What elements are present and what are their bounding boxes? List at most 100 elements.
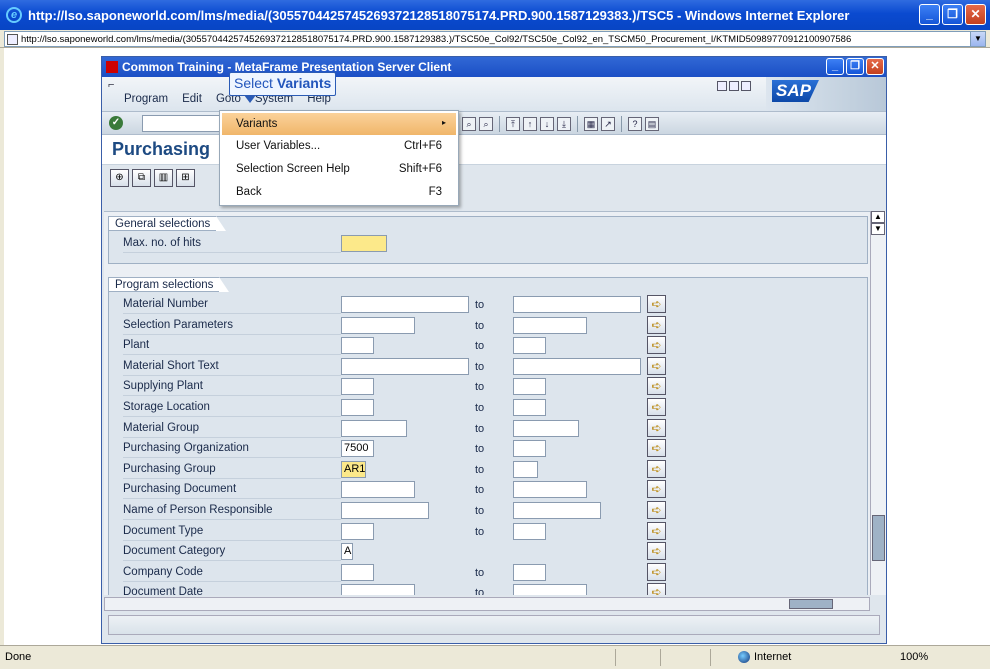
menu-item-user-variables[interactable]: User Variables... Ctrl+F6	[222, 135, 456, 157]
from-input[interactable]	[341, 481, 415, 499]
close-button[interactable]: ✕	[965, 4, 986, 25]
multiple-selection-arrow-icon[interactable]: ➪	[647, 377, 666, 396]
multiple-selection-arrow-icon[interactable]: ➪	[647, 521, 666, 540]
vertical-scrollbar[interactable]: ▲ ▼	[870, 211, 886, 595]
find-next-icon[interactable]: ⌕	[479, 117, 493, 131]
to-input[interactable]	[513, 419, 579, 437]
scroll-down-icon[interactable]: ▼	[871, 223, 885, 235]
from-input[interactable]	[341, 316, 415, 334]
horizontal-scroll-thumb[interactable]	[789, 599, 833, 609]
to-input[interactable]	[513, 337, 546, 355]
session-minimize-icon[interactable]	[717, 81, 727, 91]
session-close-icon[interactable]	[741, 81, 751, 91]
minimize-button[interactable]: _	[919, 4, 940, 25]
menu-program[interactable]: Program	[124, 93, 168, 105]
last-page-icon[interactable]: ⤓	[557, 117, 571, 131]
find-icon[interactable]: ⌕	[462, 117, 476, 131]
to-input[interactable]	[513, 502, 601, 519]
to-input[interactable]	[513, 481, 587, 499]
new-session-icon[interactable]: ▦	[584, 117, 598, 131]
help-icon[interactable]: ?	[628, 117, 642, 131]
to-input[interactable]	[513, 522, 546, 540]
zoom-level[interactable]: 100%	[900, 651, 928, 663]
multiple-selection-arrow-icon[interactable]: ➪	[647, 459, 666, 478]
multiple-selection-arrow-icon[interactable]: ➪	[647, 295, 666, 313]
menu-corner-icon[interactable]: ⌐	[108, 79, 114, 91]
menu-item-label: Back	[236, 186, 262, 198]
execute-icon[interactable]: ⊕	[110, 169, 129, 187]
menu-item-back[interactable]: Back F3	[222, 181, 456, 203]
multiple-selection-arrow-icon[interactable]: ➪	[647, 315, 666, 334]
row-label: Purchasing Group	[123, 463, 341, 479]
general-selections-group: General selections Max. no. of hits	[108, 216, 868, 264]
to-input[interactable]	[513, 584, 587, 595]
address-field[interactable]: http://lso.saponeworld.com/lms/media/(30…	[4, 31, 986, 47]
from-input[interactable]	[341, 337, 374, 355]
to-label: to	[475, 402, 485, 414]
to-input[interactable]	[513, 460, 538, 478]
row-label: Document Category	[123, 545, 341, 562]
dynamic-selections-icon[interactable]: ▥	[154, 169, 173, 187]
from-input[interactable]	[341, 563, 374, 581]
get-variant-icon[interactable]: ⧉	[132, 169, 151, 187]
row-label: Supplying Plant	[123, 380, 341, 397]
selection-row: Material Group to ➪	[109, 418, 867, 438]
sap-minimize-button[interactable]: _	[826, 58, 844, 75]
previous-page-icon[interactable]: ↑	[523, 117, 537, 131]
from-input[interactable]	[341, 419, 407, 437]
next-page-icon[interactable]: ↓	[540, 117, 554, 131]
multiple-selection-arrow-icon[interactable]: ➪	[647, 562, 666, 581]
multiple-selection-arrow-icon[interactable]: ➪	[647, 336, 666, 355]
shortcut-icon[interactable]: ↗	[601, 117, 615, 131]
to-input[interactable]	[513, 563, 546, 581]
horizontal-scrollbar[interactable]	[104, 597, 870, 611]
multiple-selection-arrow-icon[interactable]: ➪	[647, 480, 666, 499]
to-input[interactable]	[513, 378, 546, 396]
general-selections-header: General selections	[108, 216, 227, 231]
menu-edit[interactable]: Edit	[182, 93, 202, 105]
multiple-selection-arrow-icon[interactable]: ➪	[647, 439, 666, 458]
more-selections-icon[interactable]: ⊞	[176, 169, 195, 187]
command-field[interactable]	[142, 115, 222, 132]
multiple-selection-arrow-icon[interactable]: ➪	[647, 398, 666, 416]
browser-status-bar: Done Internet 100%	[0, 645, 990, 669]
row-label: Company Code	[123, 566, 341, 582]
from-input[interactable]: AR1	[341, 460, 366, 478]
sap-restore-button[interactable]: ❐	[846, 58, 864, 75]
from-input[interactable]	[341, 502, 429, 519]
sap-window-icon	[106, 61, 118, 73]
to-input[interactable]	[513, 440, 546, 458]
multiple-selection-arrow-icon[interactable]: ➪	[647, 356, 666, 375]
to-input[interactable]	[513, 357, 641, 375]
first-page-icon[interactable]: ⤒	[506, 117, 520, 131]
from-input[interactable]: 7500	[341, 440, 374, 458]
to-input[interactable]	[513, 399, 546, 416]
from-input[interactable]	[341, 296, 469, 313]
menu-item-selection-screen-help[interactable]: Selection Screen Help Shift+F6	[222, 158, 456, 180]
from-input[interactable]	[341, 378, 374, 396]
restore-button[interactable]: ❐	[942, 4, 963, 25]
from-input[interactable]: A	[341, 543, 353, 561]
layout-menu-icon[interactable]: ▤	[645, 117, 659, 131]
status-separator	[660, 649, 661, 666]
from-input[interactable]	[341, 357, 469, 375]
address-text: http://lso.saponeworld.com/lms/media/(30…	[21, 33, 852, 45]
session-maximize-icon[interactable]	[729, 81, 739, 91]
multiple-selection-arrow-icon[interactable]: ➪	[647, 542, 666, 561]
scroll-up-icon[interactable]: ▲	[871, 211, 885, 223]
sap-close-button[interactable]: ✕	[866, 58, 884, 75]
multiple-selection-arrow-icon[interactable]: ➪	[647, 501, 666, 519]
menu-item-variants[interactable]: Variants ▸	[222, 113, 456, 135]
to-input[interactable]	[513, 296, 641, 313]
scroll-thumb[interactable]	[872, 515, 885, 561]
to-input[interactable]	[513, 316, 587, 334]
address-dropdown-icon[interactable]: ▼	[970, 32, 985, 46]
from-input[interactable]	[341, 522, 374, 540]
from-input[interactable]	[341, 399, 374, 416]
enter-check-icon[interactable]: ✓	[109, 116, 123, 130]
security-zone[interactable]: Internet	[738, 651, 791, 663]
from-input[interactable]	[341, 584, 415, 595]
max-hits-input[interactable]	[341, 235, 387, 252]
multiple-selection-arrow-icon[interactable]: ➪	[647, 418, 666, 437]
multiple-selection-arrow-icon[interactable]: ➪	[647, 583, 666, 595]
